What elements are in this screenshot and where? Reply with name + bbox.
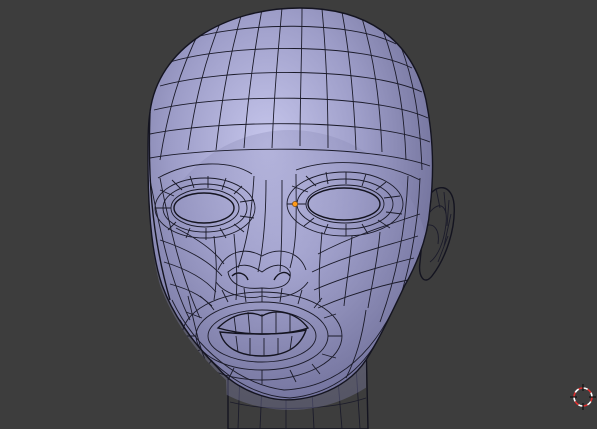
3d-cursor-icon[interactable]	[570, 384, 596, 410]
selected-vertex-icon[interactable]	[292, 201, 298, 207]
3d-viewport[interactable]	[0, 0, 597, 429]
viewport-canvas[interactable]	[0, 0, 597, 429]
